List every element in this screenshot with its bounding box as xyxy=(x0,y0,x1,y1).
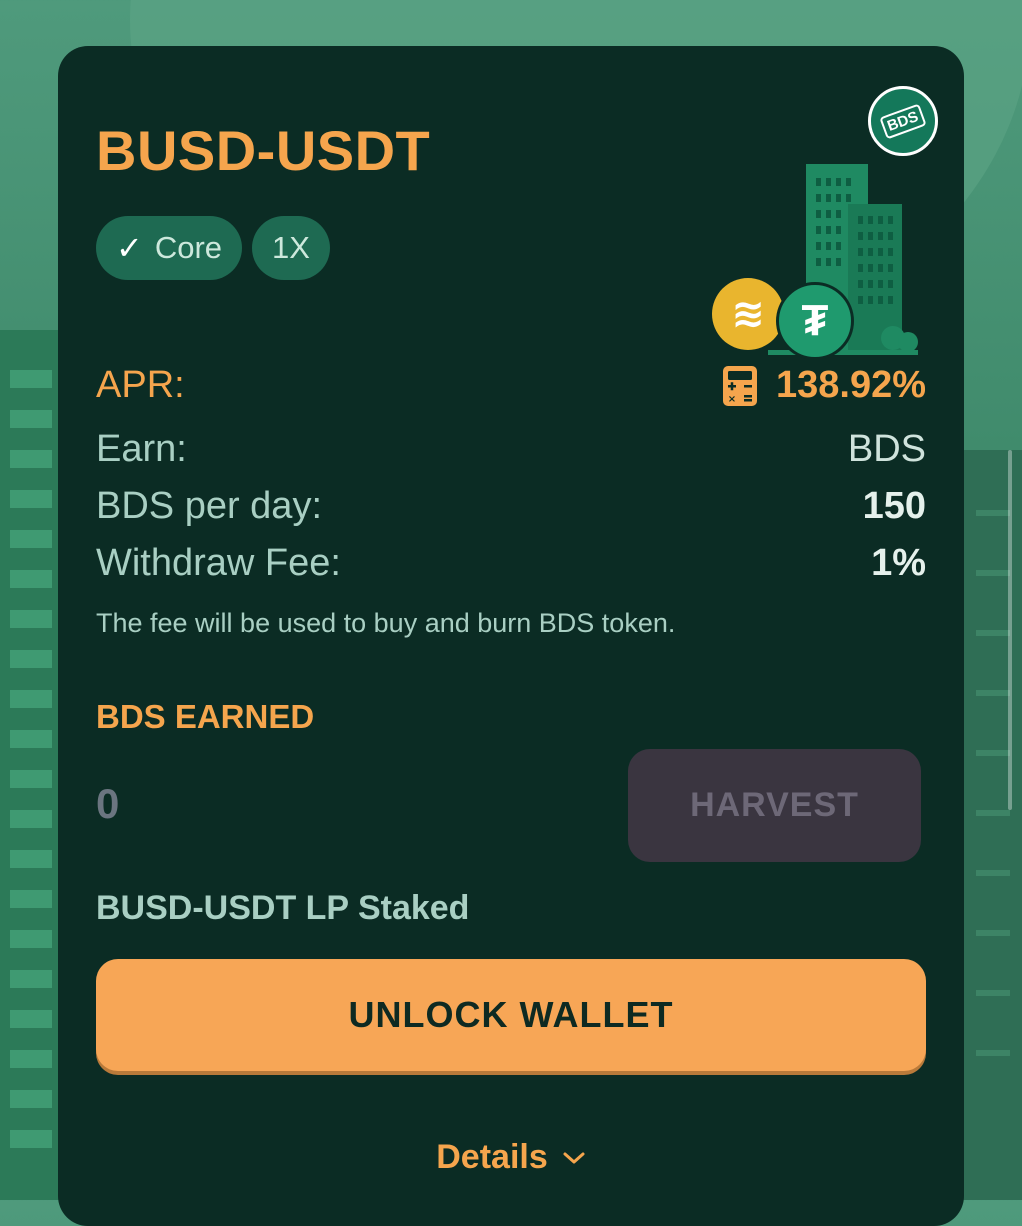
bds-logo-text: BDS xyxy=(879,103,927,139)
details-label: Details xyxy=(436,1138,548,1176)
scrollbar-thumb[interactable] xyxy=(1008,450,1012,810)
multiplier-badge-label: 1X xyxy=(272,230,310,265)
earned-title: BDS EARNED xyxy=(96,698,315,735)
calculator-icon[interactable]: × xyxy=(722,365,758,407)
svg-text:×: × xyxy=(728,394,736,405)
apr-value: 138.92% xyxy=(775,364,926,406)
chevron-down-icon xyxy=(563,1152,585,1163)
earned-value: 0 xyxy=(96,780,120,827)
earn-row: Earn: BDS xyxy=(96,428,926,471)
per-day-label: BDS per day: xyxy=(96,485,322,527)
core-badge: ✓ Core xyxy=(96,216,243,280)
per-day-row: BDS per day: 150 xyxy=(96,485,926,528)
farm-badges: ✓ Core 1X xyxy=(96,216,330,280)
busd-coin-icon: ≋ xyxy=(712,278,784,350)
farm-title: BUSD-USDT xyxy=(96,119,431,182)
withdraw-fee-row: Withdraw Fee: 1% xyxy=(96,542,926,585)
farm-card: BUSD-USDT ✓ Core 1X BDS ≋ ₮ APR: × 138.9… xyxy=(58,46,964,1226)
per-day-value: 150 xyxy=(862,485,926,527)
multiplier-badge: 1X xyxy=(252,216,330,280)
earn-value: BDS xyxy=(847,428,926,470)
check-icon: ✓ xyxy=(116,230,143,266)
unlock-wallet-button[interactable]: UNLOCK WALLET xyxy=(96,959,926,1071)
bds-logo-icon: BDS xyxy=(868,86,938,156)
background-building-right xyxy=(962,450,1022,1200)
core-badge-label: Core xyxy=(154,230,223,265)
fee-note: The fee will be used to buy and burn BDS… xyxy=(96,608,676,638)
withdraw-fee-value: 1% xyxy=(871,542,926,584)
withdraw-fee-label: Withdraw Fee: xyxy=(96,542,341,584)
apr-value-group: × 138.92% xyxy=(722,364,926,407)
farm-illustration: BDS ≋ ₮ xyxy=(708,86,938,376)
apr-label: APR: xyxy=(96,364,185,406)
harvest-button[interactable]: HARVEST xyxy=(628,749,921,862)
apr-row: APR: × 138.92% xyxy=(96,364,926,407)
usdt-coin-icon: ₮ xyxy=(776,282,854,360)
details-toggle[interactable]: Details xyxy=(58,1138,964,1177)
earn-label: Earn: xyxy=(96,428,187,470)
staked-label: BUSD-USDT LP Staked xyxy=(96,889,470,927)
